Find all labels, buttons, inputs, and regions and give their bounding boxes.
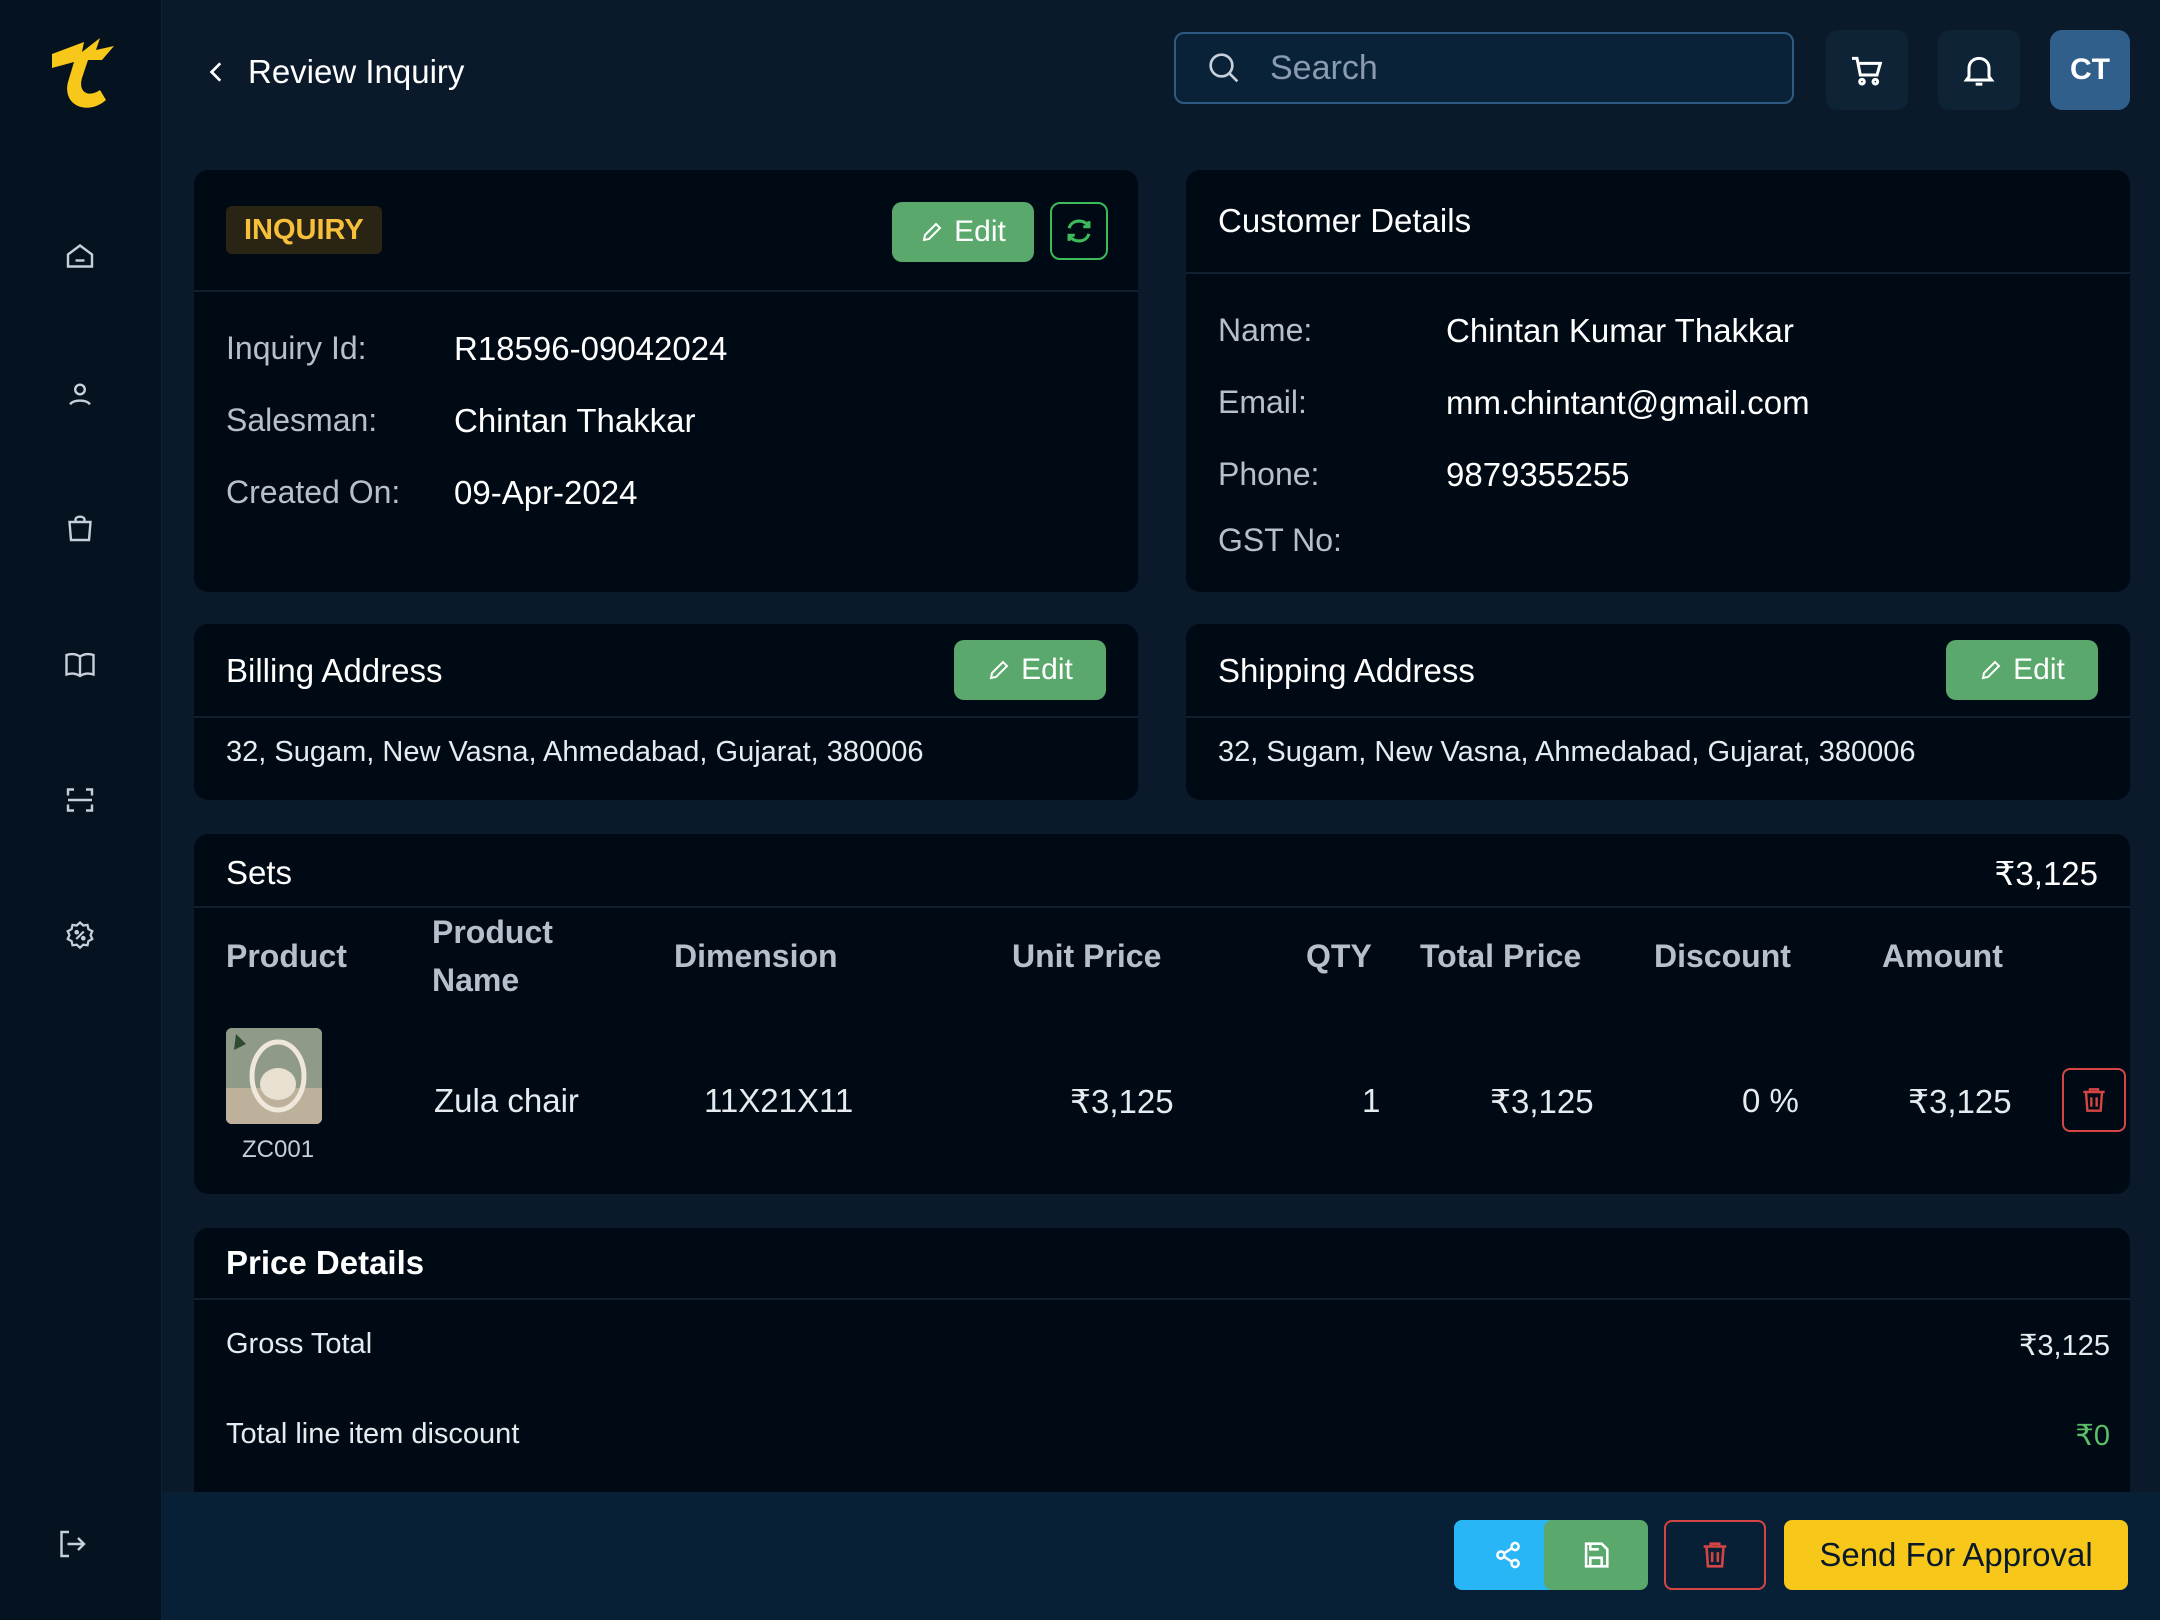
customer-email-value: mm.chintant@gmail.com bbox=[1446, 384, 1810, 421]
sidebar bbox=[0, 0, 162, 1620]
salesman-value: Chintan Thakkar bbox=[454, 402, 696, 439]
edit-billing-button[interactable]: Edit bbox=[954, 640, 1106, 700]
page-title: Review Inquiry bbox=[248, 53, 465, 90]
save-button[interactable] bbox=[1544, 1520, 1648, 1590]
gross-total-label: Gross Total bbox=[226, 1328, 373, 1360]
delete-row-button[interactable] bbox=[2062, 1068, 2126, 1132]
customer-details-title: Customer Details bbox=[1218, 202, 1472, 239]
sets-title: Sets bbox=[226, 854, 293, 891]
line-discount-value: ₹0 bbox=[2075, 1420, 2110, 1452]
edit-shipping-button[interactable]: Edit bbox=[1946, 640, 2098, 700]
avatar[interactable]: CT bbox=[2050, 30, 2130, 110]
product-unit-price: ₹3,125 bbox=[1070, 1083, 1174, 1120]
col-unit-price: Unit Price bbox=[1012, 938, 1162, 974]
product-qty: 1 bbox=[1362, 1082, 1381, 1119]
save-icon bbox=[1584, 1542, 1609, 1568]
product-thumbnail[interactable] bbox=[226, 1028, 322, 1124]
search-box[interactable] bbox=[1174, 32, 1794, 104]
sets-total: ₹3,125 bbox=[1994, 855, 2098, 892]
search-input[interactable] bbox=[1270, 48, 1750, 88]
col-total-price: Total Price bbox=[1420, 938, 1582, 974]
price-details-card: Price Details Gross Total ₹3,125 Total l… bbox=[194, 1228, 2130, 1528]
col-product-name-2: Name bbox=[432, 962, 520, 998]
edit-inquiry-button[interactable]: Edit bbox=[892, 202, 1034, 262]
pencil-icon bbox=[1981, 660, 2001, 680]
created-on-value: 09-Apr-2024 bbox=[454, 474, 638, 511]
sets-card: Sets ₹3,125 Product Product Name Dimensi… bbox=[194, 834, 2130, 1194]
billing-address-text: 32, Sugam, New Vasna, Ahmedabad, Gujarat… bbox=[226, 736, 924, 768]
inquiry-badge: INQUIRY bbox=[226, 206, 382, 254]
discount-icon[interactable] bbox=[56, 912, 104, 960]
inquiry-card: INQUIRY Edit Inquiry Id: R18596-09042024… bbox=[194, 170, 1138, 592]
chevron-left-icon bbox=[209, 62, 222, 82]
refresh-button[interactable] bbox=[1050, 202, 1108, 260]
shipping-address-card: Shipping Address Edit 32, Sugam, New Vas… bbox=[1186, 624, 2130, 800]
customer-name-value: Chintan Kumar Thakkar bbox=[1446, 312, 1794, 349]
shipping-address-text: 32, Sugam, New Vasna, Ahmedabad, Gujarat… bbox=[1218, 736, 1916, 768]
col-qty: QTY bbox=[1306, 938, 1372, 974]
edit-label: Edit bbox=[1021, 653, 1073, 686]
pencil-icon bbox=[989, 660, 1009, 680]
bell-icon bbox=[1963, 56, 1995, 86]
price-details-title: Price Details bbox=[226, 1244, 425, 1281]
back-button[interactable]: Review Inquiry bbox=[204, 48, 464, 96]
book-icon[interactable] bbox=[56, 640, 104, 688]
edit-label: Edit bbox=[2013, 653, 2065, 686]
salesman-label: Salesman: bbox=[226, 402, 378, 438]
product-discount: 0 % bbox=[1742, 1082, 1799, 1119]
customer-gst-label: GST No: bbox=[1218, 522, 1342, 558]
customer-name-label: Name: bbox=[1218, 312, 1313, 348]
customer-phone-value: 9879355255 bbox=[1446, 456, 1630, 493]
trash-icon bbox=[2083, 1088, 2105, 1112]
logout-icon[interactable] bbox=[48, 1520, 96, 1568]
edit-label: Edit bbox=[954, 215, 1006, 248]
col-discount: Discount bbox=[1654, 938, 1791, 974]
created-on-label: Created On: bbox=[226, 474, 401, 510]
cart-icon bbox=[1852, 56, 1883, 86]
brand-logo bbox=[52, 38, 114, 108]
col-product: Product bbox=[226, 938, 347, 974]
shipping-address-title: Shipping Address bbox=[1218, 652, 1475, 689]
product-total-price: ₹3,125 bbox=[1490, 1083, 1594, 1120]
product-dimension: 11X21X11 bbox=[704, 1082, 854, 1119]
product-amount: ₹3,125 bbox=[1908, 1083, 2012, 1120]
pencil-icon bbox=[922, 222, 942, 242]
user-icon[interactable] bbox=[56, 370, 104, 418]
col-product-name-1: Product bbox=[432, 914, 553, 950]
customer-details-card: Customer Details Name: Chintan Kumar Tha… bbox=[1186, 170, 2130, 592]
cart-button[interactable] bbox=[1826, 30, 1908, 110]
customer-email-label: Email: bbox=[1218, 384, 1307, 420]
billing-address-title: Billing Address bbox=[226, 652, 443, 689]
col-amount: Amount bbox=[1882, 938, 2003, 974]
inquiry-id-value: R18596-09042024 bbox=[454, 330, 728, 367]
col-dimension: Dimension bbox=[674, 938, 838, 974]
product-name: Zula chair bbox=[434, 1082, 579, 1119]
share-icon bbox=[1496, 1541, 1520, 1569]
delete-inquiry-button[interactable] bbox=[1664, 1520, 1766, 1590]
shopping-bag-icon[interactable] bbox=[56, 504, 104, 552]
refresh-icon bbox=[1067, 219, 1091, 243]
inquiry-id-label: Inquiry Id: bbox=[226, 330, 367, 366]
billing-address-card: Billing Address Edit 32, Sugam, New Vasn… bbox=[194, 624, 1138, 800]
search-icon bbox=[1209, 53, 1239, 83]
trash-icon bbox=[1703, 1542, 1727, 1568]
send-for-approval-button[interactable]: Send For Approval bbox=[1784, 1520, 2128, 1590]
notifications-button[interactable] bbox=[1938, 30, 2020, 110]
line-discount-label: Total line item discount bbox=[226, 1418, 520, 1450]
action-bar: Send For Approval bbox=[162, 1492, 2160, 1620]
customer-phone-label: Phone: bbox=[1218, 456, 1320, 492]
home-icon[interactable] bbox=[56, 232, 104, 280]
product-sku: ZC001 bbox=[242, 1136, 315, 1163]
scan-icon[interactable] bbox=[56, 776, 104, 824]
gross-total-value: ₹3,125 bbox=[2018, 1330, 2110, 1362]
